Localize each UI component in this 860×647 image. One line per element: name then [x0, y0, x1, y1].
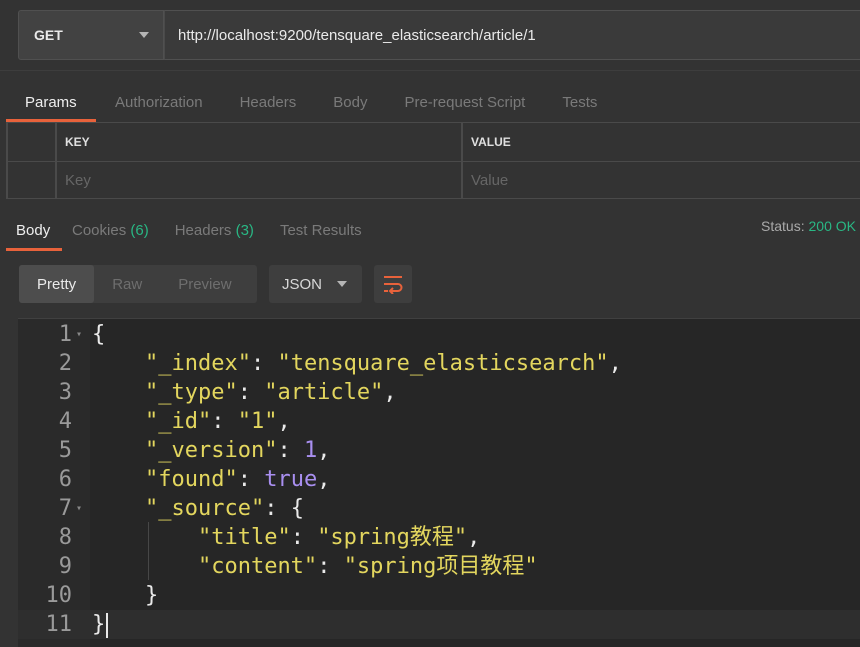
- line-number: 7: [58, 496, 72, 521]
- code-text: "_version": 1,: [144, 438, 331, 463]
- tab-params[interactable]: Params: [6, 82, 96, 122]
- status-value: 200 OK: [808, 218, 856, 234]
- code-text: "found": true,: [144, 467, 331, 492]
- tab-cookies[interactable]: Cookies (6): [72, 212, 149, 251]
- line-number: 1: [58, 322, 72, 347]
- line-number: 10: [45, 583, 73, 608]
- wrap-lines-button[interactable]: [374, 265, 412, 303]
- params-row: Key Value: [6, 161, 860, 199]
- code-text: "_type": "article",: [144, 380, 397, 405]
- code-line: 3 "_type": "article",: [18, 378, 860, 407]
- response-body-editor[interactable]: 1 ▾{2 "_index": "tensquare_elasticsearch"…: [18, 318, 860, 647]
- response-tabs: Body Cookies (6) Headers (3) Test Result…: [6, 212, 388, 251]
- pretty-button[interactable]: Pretty: [19, 265, 95, 303]
- tab-tests[interactable]: Tests: [562, 82, 597, 122]
- value-header: VALUE: [471, 135, 511, 149]
- cookies-label: Cookies: [72, 222, 127, 239]
- checkbox-column: [6, 123, 57, 161]
- code-line: 11}: [18, 610, 860, 639]
- tab-headers[interactable]: Headers: [240, 82, 297, 122]
- row-checkbox[interactable]: [6, 162, 57, 198]
- code-text: }: [92, 583, 159, 608]
- headers-count: (3): [235, 222, 254, 239]
- params-table: KEY VALUE Key Value: [6, 122, 860, 199]
- code-text: "content": "spring项目教程": [197, 554, 538, 579]
- tab-authorization[interactable]: Authorization: [115, 82, 203, 122]
- chevron-down-icon: [337, 281, 347, 287]
- line-number: 5: [58, 438, 72, 463]
- fold-arrow-icon[interactable]: ▾: [76, 320, 82, 349]
- key-header: KEY: [57, 123, 463, 161]
- code-line: 1 ▾ {: [18, 320, 860, 349]
- tab-body[interactable]: Body: [333, 82, 367, 122]
- language-select[interactable]: JSON: [269, 265, 362, 303]
- cookies-count: (6): [130, 222, 149, 239]
- code-line: 8 "title": "spring教程",: [18, 523, 860, 552]
- headers-label: Headers: [174, 222, 232, 239]
- line-number: 6: [58, 467, 72, 492]
- code-text: "_source": {: [144, 496, 304, 521]
- code-line: 7 ▾ "_source": {: [18, 494, 860, 523]
- divider: [0, 70, 860, 71]
- format-toggle-group: Pretty Raw Preview: [19, 265, 257, 303]
- code-text: "title": "spring教程",: [197, 525, 481, 550]
- code-line: 5 "_version": 1,: [18, 436, 860, 465]
- language-label: JSON: [282, 275, 323, 293]
- tab-pre-request-script[interactable]: Pre-request Script: [404, 82, 525, 122]
- value-input[interactable]: Value: [463, 162, 860, 198]
- params-header-row: KEY VALUE: [6, 122, 860, 161]
- method-select[interactable]: GET: [18, 10, 164, 60]
- wrap-lines-icon: [384, 276, 403, 294]
- code-line: 10 }: [18, 581, 860, 610]
- text-cursor: [106, 612, 109, 638]
- code-text: "_id": "1",: [144, 409, 291, 434]
- tab-test-results[interactable]: Test Results: [280, 212, 362, 251]
- request-tabs: Params Authorization Headers Body Pre-re…: [6, 82, 634, 122]
- status-label: Status:: [761, 218, 805, 234]
- method-label: GET: [34, 27, 63, 43]
- line-number: 11: [45, 612, 73, 637]
- preview-button[interactable]: Preview: [160, 265, 249, 303]
- chevron-down-icon: [139, 32, 149, 38]
- code-line: 2 "_index": "tensquare_elasticsearch",: [18, 349, 860, 378]
- status-indicator: Status: 200 OK: [761, 218, 856, 234]
- code-line: 6 "found": true,: [18, 465, 860, 494]
- tab-response-headers[interactable]: Headers (3): [175, 212, 254, 251]
- code-line: 4 "_id": "1",: [18, 407, 860, 436]
- fold-arrow-icon[interactable]: ▾: [76, 494, 82, 523]
- tab-response-body[interactable]: Body: [6, 212, 62, 251]
- line-number: 2: [58, 351, 72, 376]
- line-number: 4: [58, 409, 72, 434]
- key-input[interactable]: Key: [57, 162, 463, 198]
- code-text: {: [92, 322, 106, 347]
- line-number: 8: [58, 525, 72, 550]
- code-line: 9 "content": "spring项目教程": [18, 552, 860, 581]
- line-number: 9: [58, 554, 72, 579]
- raw-button[interactable]: Raw: [94, 265, 160, 303]
- code-text: "_index": "tensquare_elasticsearch",: [144, 351, 622, 376]
- url-input[interactable]: http://localhost:9200/tensquare_elastics…: [164, 10, 860, 60]
- request-bar: GET http://localhost:9200/tensquare_elas…: [18, 10, 860, 60]
- code-text: }: [92, 610, 109, 639]
- line-number: 3: [58, 380, 72, 405]
